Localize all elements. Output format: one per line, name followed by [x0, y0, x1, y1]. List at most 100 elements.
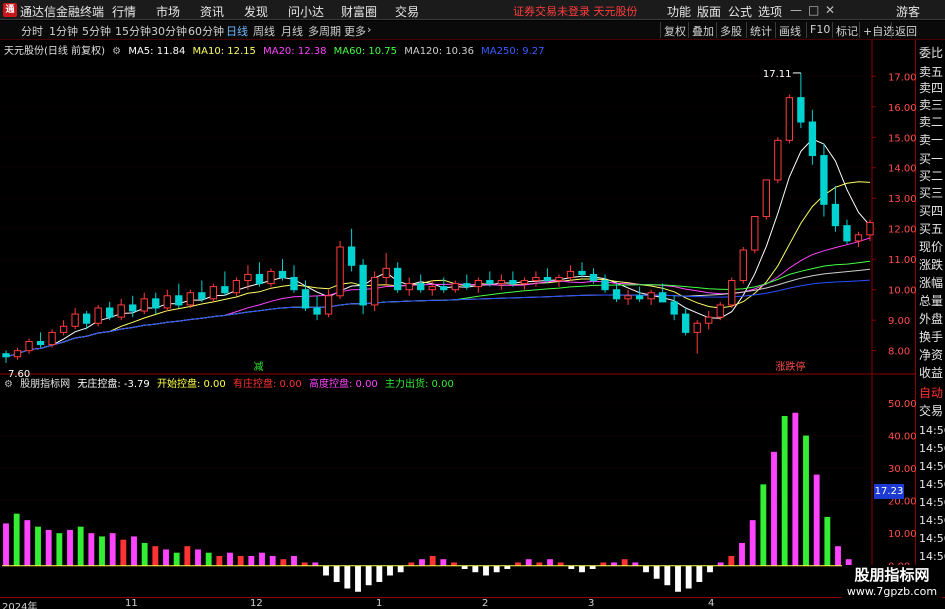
menu-quotes[interactable]: 行情	[112, 3, 136, 20]
chart-canvas[interactable]: 17.00 16.00 15.00 14.00 13.00 12.00 11.00 10.00…	[0, 40, 916, 597]
indicator-bar	[259, 552, 265, 566]
side-item-volume[interactable]: 总量	[919, 292, 945, 311]
indicator-bar	[707, 565, 713, 573]
indicator-bar	[621, 559, 628, 566]
grid-layer	[0, 40, 916, 597]
menu-wealth-circle[interactable]: 财富圈	[341, 3, 377, 20]
restore-icon[interactable]: □	[808, 3, 819, 17]
period-tab-5min[interactable]: 5分钟	[82, 23, 111, 39]
chevron-right-icon[interactable]: ›	[367, 23, 371, 36]
indicator-bar	[35, 526, 41, 566]
side-item-earnings[interactable]: 收益	[919, 364, 945, 383]
back-button[interactable]: 返回	[891, 22, 920, 38]
menu-trade[interactable]: 交易	[395, 3, 419, 20]
menu-ask-xiaoda[interactable]: 问小达	[288, 3, 324, 20]
candle-up	[324, 295, 333, 315]
indicator-high-control: 高度控盘: 0.00	[308, 379, 378, 390]
candle-down	[313, 307, 321, 315]
period-tab-60min[interactable]: 60分钟	[188, 23, 224, 39]
side-item-ask1[interactable]: 卖一	[919, 131, 945, 150]
period-tab-weekly[interactable]: 周线	[253, 23, 275, 39]
menu-options[interactable]: 选项	[758, 3, 782, 20]
candle-up	[232, 280, 241, 294]
menu-formula[interactable]: 公式	[728, 3, 752, 20]
side-item-bid4[interactable]: 买四	[919, 202, 945, 221]
indicator-tick-label: 40.00	[888, 432, 916, 443]
close-icon[interactable]: ✕	[825, 3, 835, 17]
date-tick: 2024年	[2, 602, 38, 609]
candle-down	[301, 289, 310, 309]
candle-up	[739, 249, 747, 282]
indicator-bar	[728, 555, 735, 566]
candle-down	[440, 286, 448, 291]
side-item-net-assets[interactable]: 净资	[919, 346, 945, 365]
side-item-ask2[interactable]: 卖二	[919, 113, 945, 132]
period-tab-30min[interactable]: 30分钟	[151, 23, 187, 39]
indicator-bar	[77, 526, 84, 566]
indicator-bar	[579, 565, 585, 573]
indicator-bar	[493, 565, 500, 573]
indicator-bar	[653, 565, 660, 579]
adjust-button[interactable]: 复权	[660, 22, 689, 38]
menu-functions[interactable]: 功能	[667, 3, 691, 20]
indicator-gear-icon[interactable]: ⚙	[4, 379, 13, 390]
indicator-bar	[173, 552, 180, 566]
period-tab-15min[interactable]: 15分钟	[115, 23, 151, 39]
period-tab-more[interactable]: 更多	[344, 23, 366, 39]
f10-button[interactable]: F10	[806, 22, 833, 38]
candle-up	[705, 316, 713, 324]
auto-trade-button[interactable]: 自动	[919, 384, 945, 403]
statistics-button[interactable]: 统计	[746, 22, 775, 38]
limit-tag-label: 涨跌停	[775, 360, 805, 373]
chart-frame[interactable]: 17.00 16.00 15.00 14.00 13.00 12.00 11.00 10.00…	[0, 40, 916, 597]
signal-label: 减	[253, 361, 263, 373]
indicator-legend: ⚙ 股朋指标网 无庄控盘: -3.79 开始控盘: 0.00 有庄控盘: 0.0…	[4, 375, 458, 390]
draw-line-button[interactable]: 画线	[775, 22, 804, 38]
menu-news[interactable]: 资讯	[200, 3, 224, 20]
trade-label[interactable]: 交易	[919, 402, 945, 421]
candle-down	[509, 280, 517, 285]
candle-up	[716, 304, 724, 318]
candle-down	[589, 273, 598, 282]
side-item-bid-ratio[interactable]: 委比	[919, 44, 945, 63]
indicator-bar	[429, 555, 436, 566]
side-item-turnover[interactable]: 换手	[919, 328, 945, 347]
candle-up	[555, 276, 563, 282]
overlay-button[interactable]: 叠加	[688, 22, 717, 38]
menu-discover[interactable]: 发现	[244, 3, 268, 20]
side-item-price[interactable]: 现价	[919, 238, 945, 257]
mark-button[interactable]: 标记	[832, 22, 861, 38]
side-item-bid3[interactable]: 买三	[919, 184, 945, 203]
indicator-bar	[24, 520, 31, 566]
menu-market[interactable]: 市场	[156, 3, 180, 20]
indicator-bar	[195, 549, 201, 566]
login-notice[interactable]: 证券交易未登录 天元股份	[513, 3, 638, 19]
multi-stock-button[interactable]: 多股	[716, 22, 745, 38]
user-guest[interactable]: 游客	[896, 3, 920, 20]
app-title: 通达信金融终端	[20, 5, 105, 19]
side-item-change-pct[interactable]: 涨幅	[919, 274, 945, 293]
indicator-bar	[323, 565, 329, 576]
watermark-title: 股朋指标网	[854, 566, 930, 584]
indicator-bar	[13, 513, 20, 566]
period-tab-1min[interactable]: 1分钟	[49, 23, 78, 39]
indicator-bar	[365, 565, 372, 586]
indicator-bar	[269, 555, 276, 566]
period-tab-multi[interactable]: 多周期	[308, 23, 341, 39]
menu-layout[interactable]: 版面	[697, 3, 721, 20]
date-tick: 4	[708, 598, 715, 609]
minimize-icon[interactable]: —	[790, 3, 802, 17]
candle-up	[186, 292, 194, 306]
tick-time: 14:56	[919, 532, 945, 545]
settings-gear-icon[interactable]: ⚙	[112, 46, 121, 57]
period-tab-intraday[interactable]: 分时	[21, 23, 43, 39]
price-tick-label: 12.00	[888, 225, 916, 236]
period-tab-daily[interactable]: 日线	[226, 23, 248, 39]
price-tick-label: 11.00	[888, 255, 916, 266]
candle-up	[117, 304, 125, 318]
side-item-change[interactable]: 涨跌	[919, 256, 945, 275]
side-item-outer-volume[interactable]: 外盘	[919, 310, 945, 329]
period-tab-monthly[interactable]: 月线	[281, 23, 303, 39]
side-item-bid5[interactable]: 买五	[919, 220, 945, 239]
indicator-bar	[749, 520, 756, 566]
